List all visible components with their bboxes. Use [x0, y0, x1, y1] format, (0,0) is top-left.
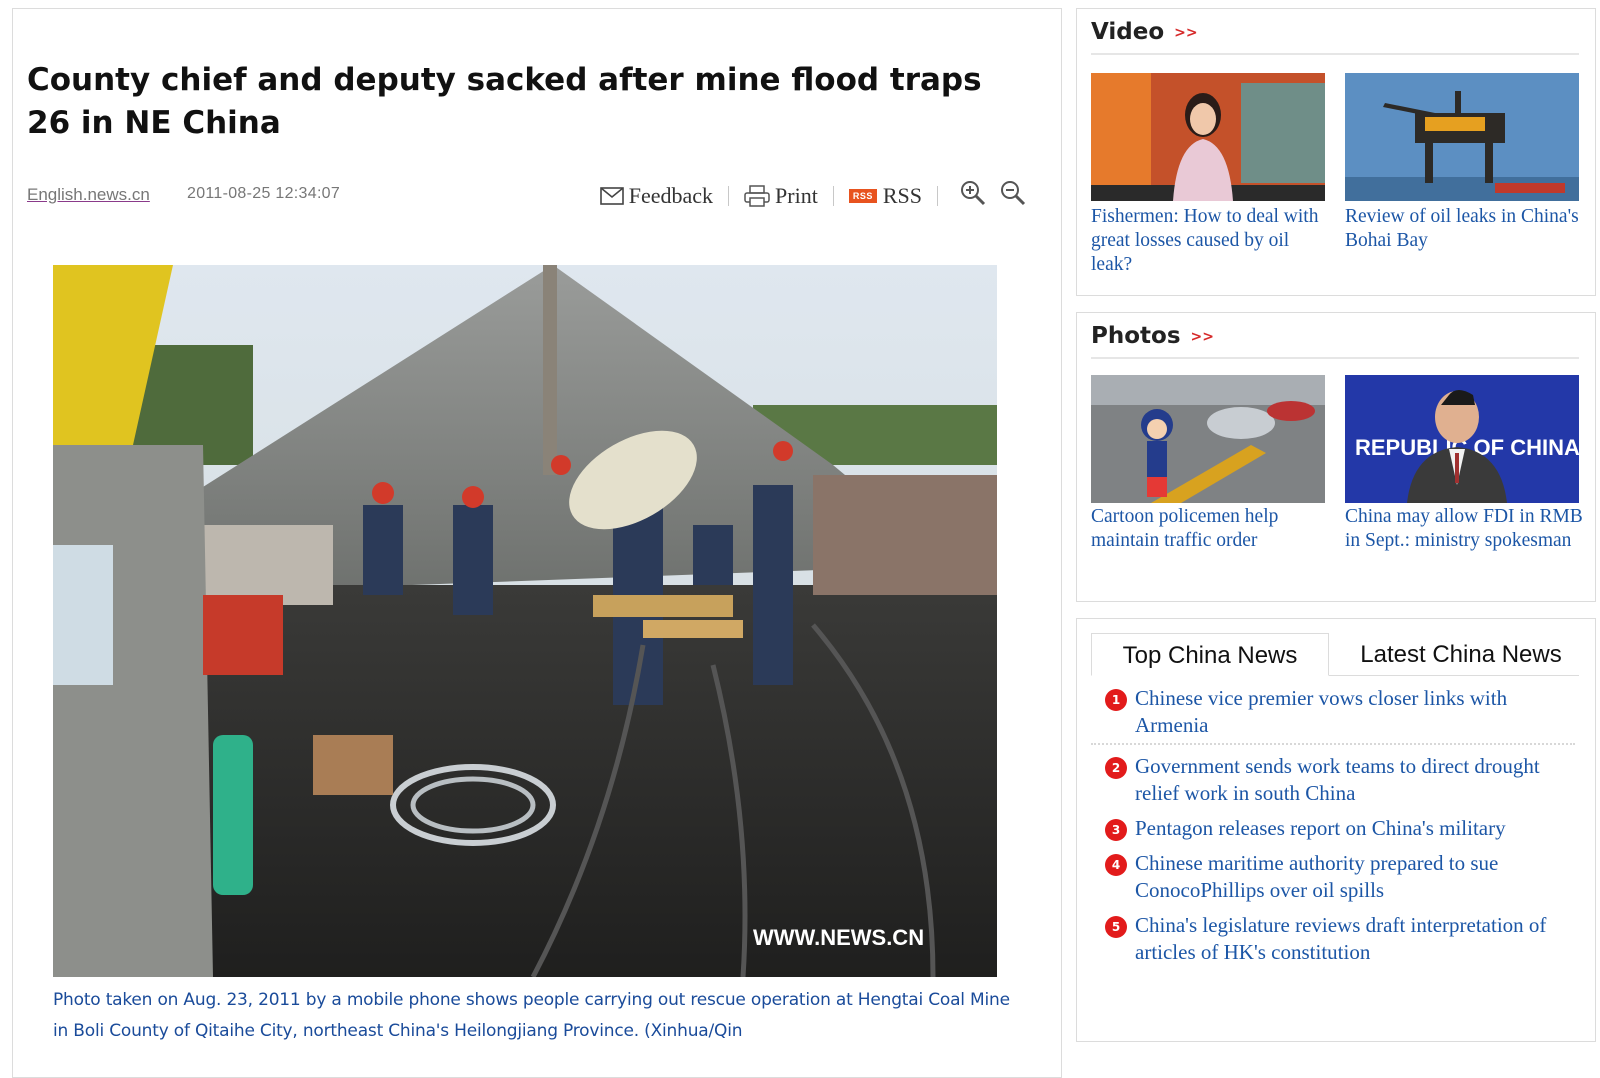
china-news-box: Top China News Latest China News 1 Chine… — [1076, 618, 1596, 1042]
video-title-text: Video — [1091, 19, 1165, 45]
news-link[interactable]: Chinese maritime authority prepared to s… — [1135, 851, 1498, 902]
photo-thumbnail-1[interactable] — [1091, 375, 1325, 503]
tab-latest-china-news[interactable]: Latest China News — [1337, 633, 1585, 675]
photo-caption-1[interactable]: Cartoon policemen help maintain traffic … — [1091, 505, 1331, 553]
photo-thumbnail-2[interactable]: REPUBLIC OF CHINA — [1345, 375, 1579, 503]
video-thumbnail-2[interactable] — [1345, 73, 1579, 201]
ministry-spokesman-image: REPUBLIC OF CHINA — [1345, 375, 1579, 503]
oil-platform-image — [1345, 73, 1579, 201]
video-caption-2[interactable]: Review of oil leaks in China's Bohai Bay — [1345, 205, 1585, 253]
rank-badge: 3 — [1105, 819, 1127, 841]
zoom-out-icon — [1001, 181, 1026, 206]
list-item[interactable]: 3 Pentagon releases report on China's mi… — [1091, 815, 1575, 842]
rank-badge: 5 — [1105, 916, 1127, 938]
video-box: Video >> Fishermen: How to deal with grea… — [1076, 8, 1596, 296]
rss-icon: RSS — [848, 188, 877, 203]
tab-top-china-news[interactable]: Top China News — [1091, 633, 1329, 676]
print-button[interactable]: Print — [744, 183, 818, 209]
rss-label: RSS — [882, 182, 922, 208]
photos-box-title[interactable]: Photos >> — [1091, 323, 1214, 349]
rank-badge: 4 — [1105, 854, 1127, 876]
zoom-in-icon — [961, 181, 986, 206]
video-thumbnail-1[interactable] — [1091, 73, 1325, 201]
printer-icon — [744, 184, 770, 207]
traffic-police-image — [1091, 375, 1325, 503]
news-tabs: Top China News Latest China News — [1091, 633, 1579, 676]
more-arrows-icon: >> — [1190, 328, 1214, 345]
news-link[interactable]: Pentagon releases report on China's mili… — [1135, 816, 1506, 840]
article-photo: WWW.NEWS.CN — [53, 265, 997, 977]
article-tools: Feedback Print RSS RSS — [599, 179, 1027, 212]
more-arrows-icon: >> — [1174, 24, 1198, 41]
article-headline: County chief and deputy sacked after min… — [27, 62, 982, 141]
photo-caption-2[interactable]: China may allow FDI in RMB in Sept.: min… — [1345, 505, 1585, 553]
rank-badge: 2 — [1105, 757, 1127, 779]
list-item[interactable]: 1 Chinese vice premier vows closer links… — [1091, 685, 1575, 745]
list-item[interactable]: 2 Government sends work teams to direct … — [1091, 753, 1575, 807]
tool-divider — [728, 185, 730, 206]
news-anchor-image — [1091, 73, 1325, 201]
article-meta-bar: English.news.cn 2011-08-25 12:34:07 Feed… — [27, 177, 1037, 208]
zoom-in-button[interactable] — [959, 179, 987, 212]
list-item[interactable]: 5 China's legislature reviews draft inte… — [1091, 912, 1575, 966]
photo-watermark: WWW.NEWS.CN — [753, 925, 924, 950]
rank-badge: 1 — [1105, 689, 1127, 711]
source-link[interactable]: English.news.cn — [27, 185, 150, 205]
feedback-button[interactable]: Feedback — [599, 182, 714, 209]
list-item[interactable]: 4 Chinese maritime authority prepared to… — [1091, 850, 1575, 904]
rss-button[interactable]: RSS RSS — [848, 182, 922, 209]
feedback-label: Feedback — [628, 182, 714, 208]
photos-box: Photos >> Cartoon policemen help maintain… — [1076, 312, 1596, 602]
tool-divider — [937, 185, 938, 206]
tool-divider — [832, 185, 834, 206]
photos-title-text: Photos — [1091, 323, 1181, 349]
divider — [1091, 357, 1579, 359]
news-list: 1 Chinese vice premier vows closer links… — [1091, 685, 1575, 974]
video-box-title[interactable]: Video >> — [1091, 19, 1198, 45]
news-link[interactable]: Government sends work teams to direct dr… — [1135, 754, 1540, 805]
mine-rescue-photo: WWW.NEWS.CN — [53, 265, 997, 977]
print-label: Print — [775, 182, 818, 208]
article-panel: County chief and deputy sacked after min… — [12, 8, 1062, 1078]
news-link[interactable]: China's legislature reviews draft interp… — [1135, 913, 1546, 964]
envelope-icon — [599, 186, 624, 205]
divider — [1091, 53, 1579, 55]
article-timestamp: 2011-08-25 12:34:07 — [187, 185, 341, 202]
zoom-out-button[interactable] — [999, 179, 1027, 212]
photo-caption: Photo taken on Aug. 23, 2011 by a mobile… — [53, 990, 1010, 1041]
video-caption-1[interactable]: Fishermen: How to deal with great losses… — [1091, 205, 1331, 277]
news-link[interactable]: Chinese vice premier vows closer links w… — [1135, 686, 1507, 737]
